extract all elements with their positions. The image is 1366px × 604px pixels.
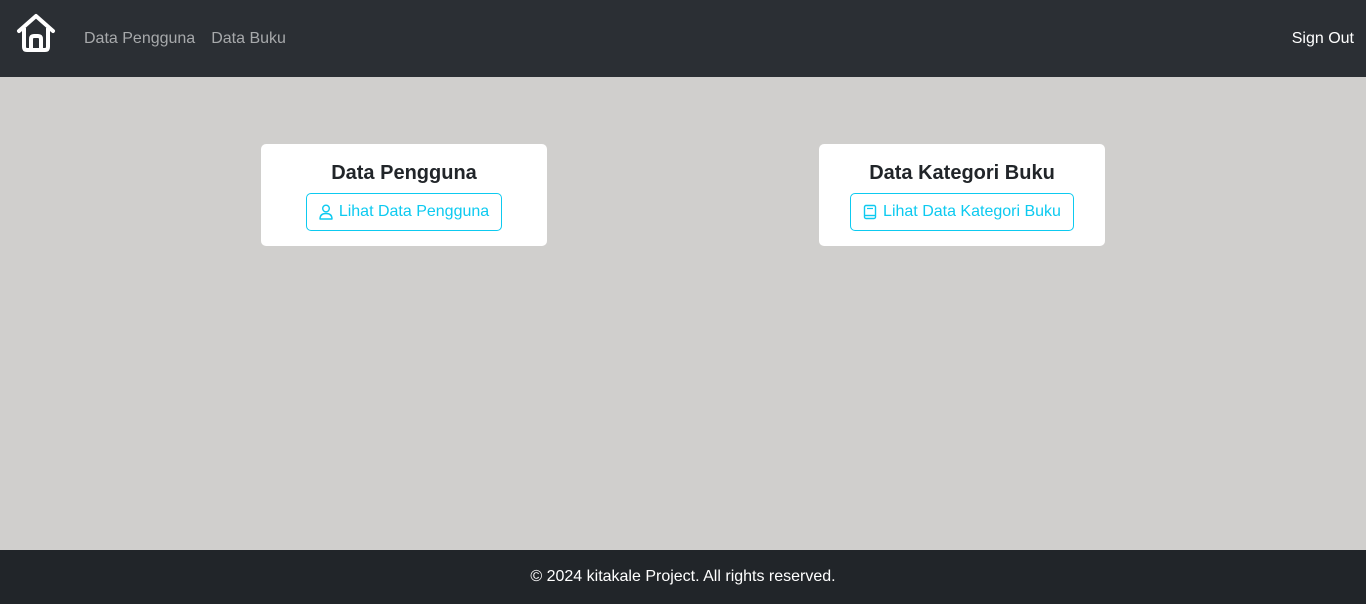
sign-out-link[interactable]: Sign Out — [1292, 0, 1354, 77]
card-title: Data Pengguna — [331, 162, 477, 184]
navbar: Data Pengguna Data Buku Sign Out — [0, 0, 1366, 77]
nav-link-data-buku[interactable]: Data Buku — [211, 30, 286, 48]
card-title: Data Kategori Buku — [869, 162, 1055, 184]
person-icon — [319, 204, 333, 220]
home-link[interactable] — [14, 13, 58, 57]
lihat-data-pengguna-button[interactable]: Lihat Data Pengguna — [305, 193, 503, 231]
book-icon — [863, 204, 877, 220]
card-data-pengguna: Data Pengguna Lihat Data Pengguna — [261, 144, 547, 246]
card-data-kategori-buku: Data Kategori Buku Lihat Data Kategori B… — [819, 144, 1105, 246]
button-label: Lihat Data Kategori Buku — [883, 203, 1061, 220]
home-icon — [15, 12, 57, 59]
button-label: Lihat Data Pengguna — [338, 203, 490, 220]
footer-text: © 2024 kitakale Project. All rights rese… — [530, 568, 836, 585]
nav-links: Data Pengguna Data Buku — [84, 0, 302, 77]
nav-link-data-pengguna[interactable]: Data Pengguna — [84, 30, 195, 48]
lihat-data-kategori-buku-button[interactable]: Lihat Data Kategori Buku — [850, 193, 1074, 231]
footer: © 2024 kitakale Project. All rights rese… — [0, 550, 1366, 604]
